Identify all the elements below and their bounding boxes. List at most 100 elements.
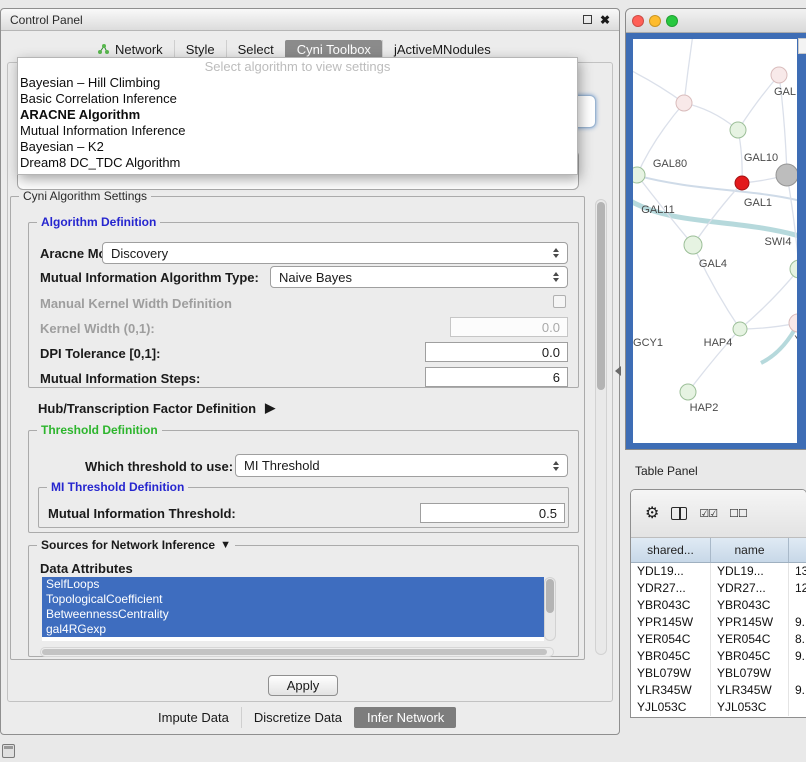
table-row[interactable]: YBL079W YBL079W bbox=[631, 665, 806, 682]
table-cell: 12 bbox=[789, 580, 806, 597]
network-node[interactable] bbox=[684, 236, 702, 254]
combo-value: MI Threshold bbox=[244, 458, 320, 473]
tab-cyni-toolbox[interactable]: Cyni Toolbox bbox=[285, 40, 382, 59]
list-item-selected[interactable]: gal4RGexp bbox=[42, 622, 544, 637]
dpi-tolerance-field[interactable]: 0.0 bbox=[425, 342, 568, 362]
scrollbar-thumb[interactable] bbox=[42, 649, 547, 655]
table-row[interactable]: YDL19... YDL19... 13 bbox=[631, 563, 806, 580]
table-row[interactable]: YPR145W YPR145W 9. bbox=[631, 614, 806, 631]
apply-button[interactable]: Apply bbox=[268, 675, 338, 696]
which-threshold-select[interactable]: MI Threshold bbox=[235, 454, 568, 477]
dropdown-option[interactable]: Bayesian – K2 bbox=[18, 139, 577, 155]
docked-panel-icon[interactable] bbox=[2, 744, 15, 758]
algorithm-dropdown-popup: Select algorithm to view settings Bayesi… bbox=[17, 57, 578, 175]
table-row[interactable]: YBR045C YBR045C 9. bbox=[631, 648, 806, 665]
dropdown-option[interactable]: Mutual Information Inference bbox=[18, 123, 577, 139]
network-node[interactable] bbox=[790, 260, 797, 278]
select-all-checks-icon[interactable]: ☑☑ bbox=[699, 507, 717, 520]
manual-kernel-checkbox[interactable] bbox=[553, 295, 566, 308]
screen: Control Panel ✖ Network Style Select Cyn… bbox=[0, 0, 806, 762]
deselect-all-checks-icon[interactable]: ☐☐ bbox=[729, 507, 747, 520]
network-canvas[interactable]: GAL80 GAL10 GAL11 GAL1 SWI4 GAL4 GCY1 HA… bbox=[633, 39, 797, 443]
network-node-labels: GAL80 GAL10 GAL11 GAL1 SWI4 GAL4 GCY1 HA… bbox=[633, 86, 797, 414]
list-horizontal-scrollbar[interactable] bbox=[40, 647, 554, 657]
network-scrollbar-corner[interactable] bbox=[798, 38, 806, 54]
column-header[interactable] bbox=[789, 538, 806, 562]
table-cell: 9. bbox=[789, 648, 806, 665]
zoom-traffic-button[interactable] bbox=[666, 15, 678, 27]
scrollbar-thumb[interactable] bbox=[546, 579, 554, 613]
list-item-selected[interactable]: TopologicalCoefficient bbox=[42, 592, 544, 607]
network-node[interactable] bbox=[730, 122, 746, 138]
table-cell: YLR345W bbox=[631, 682, 711, 699]
group-title: Cyni Algorithm Settings bbox=[23, 189, 147, 203]
network-node-label: SWI4 bbox=[765, 236, 792, 248]
mi-algorithm-type-label: Mutual Information Algorithm Type: bbox=[40, 270, 259, 285]
table-row[interactable]: YER054C YER054C 8. bbox=[631, 631, 806, 648]
table-cell: 9. bbox=[789, 614, 806, 631]
network-window-titlebar bbox=[626, 9, 806, 33]
aracne-mode-select[interactable]: Discovery bbox=[102, 242, 568, 264]
table-row[interactable]: YLR345W YLR345W 9. bbox=[631, 682, 806, 699]
tab-network[interactable]: Network bbox=[86, 40, 174, 59]
network-node-label: HAP4 bbox=[704, 337, 733, 349]
kernel-width-field[interactable]: 0.0 bbox=[450, 317, 568, 337]
gear-icon[interactable]: ⚙ bbox=[645, 506, 659, 522]
close-icon[interactable]: ✖ bbox=[600, 14, 610, 26]
table-cell: YDL19... bbox=[631, 563, 711, 580]
tab-jactivemnodules[interactable]: jActiveMNodules bbox=[382, 40, 502, 59]
network-node[interactable] bbox=[733, 322, 747, 336]
close-traffic-button[interactable] bbox=[632, 15, 644, 27]
mi-steps-label: Mutual Information Steps: bbox=[40, 371, 200, 386]
group-title: Sources for Network Inference bbox=[41, 538, 215, 552]
tab-discretize-data[interactable]: Discretize Data bbox=[241, 707, 354, 728]
network-graph: GAL80 GAL10 GAL11 GAL1 SWI4 GAL4 GCY1 HA… bbox=[633, 39, 797, 443]
network-node[interactable] bbox=[680, 384, 696, 400]
hub-definition-expander[interactable]: Hub/Transcription Factor Definition ▶ bbox=[38, 400, 275, 416]
field-value: 0.0 bbox=[542, 345, 560, 360]
table-row[interactable]: YDR27... YDR27... 12 bbox=[631, 580, 806, 597]
table-cell: YBR043C bbox=[711, 597, 789, 614]
tab-style[interactable]: Style bbox=[174, 40, 226, 59]
float-window-icon[interactable] bbox=[583, 15, 592, 24]
mi-steps-field[interactable]: 6 bbox=[425, 367, 568, 387]
table-cell: YDR27... bbox=[631, 580, 711, 597]
table-cell: YBR045C bbox=[711, 648, 789, 665]
table-cell bbox=[789, 665, 806, 682]
table-cell: YDR27... bbox=[711, 580, 789, 597]
column-header[interactable]: shared... bbox=[631, 538, 711, 562]
dropdown-option[interactable]: Dream8 DC_TDC Algorithm bbox=[18, 155, 577, 171]
chevron-right-icon: ▶ bbox=[265, 400, 275, 416]
tab-infer-network[interactable]: Infer Network bbox=[354, 707, 456, 728]
table-row[interactable]: YBR043C YBR043C bbox=[631, 597, 806, 614]
dropdown-option[interactable]: Basic Correlation Inference bbox=[18, 91, 577, 107]
network-node-label: GAL80 bbox=[653, 158, 687, 170]
network-node-label: GAL bbox=[774, 86, 796, 98]
panel-splitter-toggle[interactable] bbox=[615, 366, 621, 376]
network-node-label: Y bbox=[794, 334, 797, 346]
list-vertical-scrollbar[interactable] bbox=[544, 577, 556, 641]
mi-threshold-field[interactable]: 0.5 bbox=[420, 503, 565, 523]
network-node[interactable] bbox=[789, 314, 797, 332]
settings-vertical-scrollbar[interactable] bbox=[595, 199, 607, 655]
tab-impute-data[interactable]: Impute Data bbox=[146, 707, 241, 728]
chevron-down-icon[interactable]: ▼ bbox=[220, 539, 231, 551]
scrollbar-thumb[interactable] bbox=[597, 202, 605, 390]
combo-arrows-icon bbox=[553, 272, 559, 282]
network-nodes bbox=[633, 67, 797, 400]
tab-select[interactable]: Select bbox=[226, 40, 285, 59]
column-header[interactable]: name bbox=[711, 538, 789, 562]
mi-algorithm-type-select[interactable]: Naive Bayes bbox=[270, 266, 568, 288]
dropdown-option[interactable]: Bayesian – Hill Climbing bbox=[18, 75, 577, 91]
list-item-selected[interactable]: SelfLoops bbox=[42, 577, 544, 592]
network-node[interactable] bbox=[676, 95, 692, 111]
columns-icon[interactable] bbox=[671, 507, 687, 520]
dropdown-option-selected[interactable]: ARACNE Algorithm bbox=[18, 107, 577, 123]
list-item-selected[interactable]: BetweennessCentrality bbox=[42, 607, 544, 622]
network-node[interactable] bbox=[633, 167, 645, 183]
table-row[interactable]: YJL053C YJL053C bbox=[631, 699, 806, 716]
minimize-traffic-button[interactable] bbox=[649, 15, 661, 27]
network-node-red[interactable] bbox=[735, 176, 749, 190]
network-node[interactable] bbox=[771, 67, 787, 83]
network-node-gray[interactable] bbox=[776, 164, 797, 186]
